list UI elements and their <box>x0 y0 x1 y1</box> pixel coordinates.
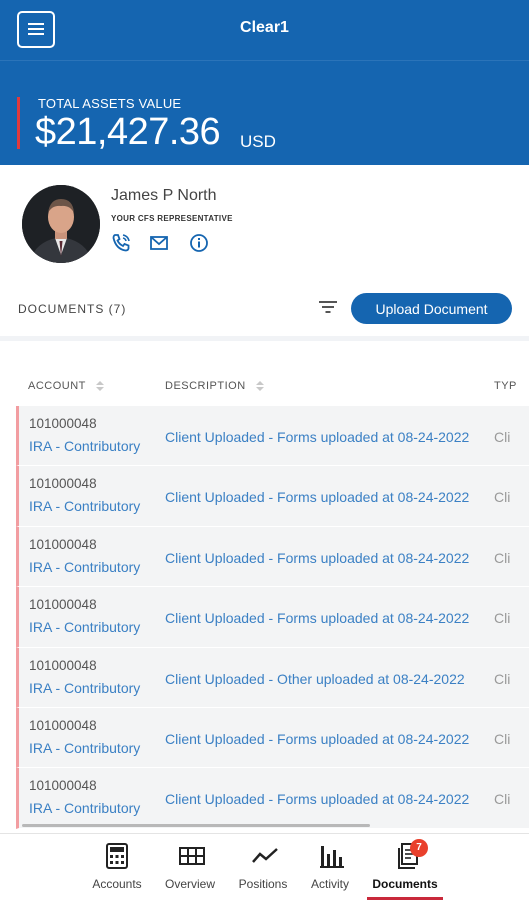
document-description-link[interactable]: Client Uploaded - Forms uploaded at 08-2… <box>165 489 469 505</box>
document-type: Cli <box>494 730 511 747</box>
table-row[interactable]: 101000048 IRA - Contributory Client Uplo… <box>16 406 529 467</box>
document-description-link[interactable]: Client Uploaded - Other uploaded at 08-2… <box>165 671 465 687</box>
table-row[interactable]: 101000048 IRA - Contributory Client Uplo… <box>16 526 529 588</box>
document-type: Cli <box>494 791 511 808</box>
rep-role: YOUR CFS REPRESENTATIVE <box>111 214 233 223</box>
account-type-link[interactable]: IRA - Contributory <box>29 740 140 756</box>
info-icon[interactable] <box>188 232 210 254</box>
column-header-label: DESCRIPTION <box>165 380 246 392</box>
document-type: Cli <box>494 489 511 506</box>
account-number: 101000048 <box>29 778 97 794</box>
column-header-account[interactable]: ACCOUNT <box>28 380 105 392</box>
account-type-link[interactable]: IRA - Contributory <box>29 559 140 575</box>
nav-documents[interactable]: 7 Documents <box>365 834 445 900</box>
bottom-nav: Accounts Overview Positions Activity 7 D… <box>0 833 529 900</box>
nav-label-documents: Documents <box>372 877 438 891</box>
column-header-description[interactable]: DESCRIPTION <box>165 380 265 392</box>
account-type-link[interactable]: IRA - Contributory <box>29 438 140 454</box>
account-number: 101000048 <box>29 536 97 552</box>
assets-value: $21,427.36 <box>35 111 221 153</box>
account-type-link[interactable]: IRA - Contributory <box>29 619 140 635</box>
document-description-link[interactable]: Client Uploaded - Forms uploaded at 08-2… <box>165 550 469 566</box>
table-row[interactable]: 101000048 IRA - Contributory Client Uplo… <box>16 466 529 527</box>
nav-overview[interactable]: Overview <box>150 834 230 900</box>
document-description-link[interactable]: Client Uploaded - Forms uploaded at 08-2… <box>165 731 469 747</box>
assets-currency: USD <box>240 132 276 151</box>
column-header-label: ACCOUNT <box>28 380 86 392</box>
nav-label-activity: Activity <box>310 877 349 891</box>
document-description-link[interactable]: Client Uploaded - Forms uploaded at 08-2… <box>165 610 469 626</box>
document-type: Cli <box>494 670 511 687</box>
table-row[interactable]: 101000048 IRA - Contributory Client Uplo… <box>16 587 529 648</box>
documents-table: 101000048 IRA - Contributory Client Uplo… <box>16 406 529 829</box>
documents-count-badge: 7 <box>410 839 428 857</box>
account-number: 101000048 <box>29 717 97 733</box>
avatar <box>22 185 100 263</box>
horizontal-scrollbar[interactable] <box>22 824 370 827</box>
assets-label: TOTAL ASSETS VALUE <box>38 96 182 111</box>
account-type-link[interactable]: IRA - Contributory <box>29 800 140 816</box>
grid-icon <box>179 847 205 865</box>
nav-activity[interactable]: Activity <box>290 834 370 900</box>
top-bar: Clear1 <box>0 0 529 60</box>
assets-accent-bar <box>17 97 20 149</box>
table-row[interactable]: 101000048 IRA - Contributory Client Uplo… <box>16 647 529 708</box>
document-type: Cli <box>494 549 511 566</box>
nav-label-overview: Overview <box>164 877 215 891</box>
rep-name: James P North <box>111 187 217 204</box>
account-type-link[interactable]: IRA - Contributory <box>29 680 140 696</box>
nav-accounts[interactable]: Accounts <box>77 834 157 900</box>
mail-icon[interactable] <box>148 232 170 254</box>
app-screen: Clear1 TOTAL ASSETS VALUE $21,427.36 USD… <box>0 0 529 900</box>
column-header-type[interactable]: TYP <box>494 380 517 392</box>
account-number: 101000048 <box>29 597 97 613</box>
calculator-icon <box>106 843 128 869</box>
account-number: 101000048 <box>29 476 97 492</box>
document-description-link[interactable]: Client Uploaded - Forms uploaded at 08-2… <box>165 429 469 445</box>
account-type-link[interactable]: IRA - Contributory <box>29 498 140 514</box>
bar-chart-icon <box>320 846 344 868</box>
app-title: Clear1 <box>240 19 289 36</box>
phone-icon[interactable] <box>110 232 132 254</box>
column-header-label: TYP <box>494 380 517 392</box>
nav-label-accounts: Accounts <box>92 877 142 891</box>
document-type: Cli <box>494 610 511 627</box>
table-row[interactable]: 101000048 IRA - Contributory Client Uplo… <box>16 707 529 769</box>
table-row[interactable]: 101000048 IRA - Contributory Client Uplo… <box>16 768 529 829</box>
account-number: 101000048 <box>29 657 97 673</box>
filter-icon[interactable] <box>318 298 338 316</box>
account-number: 101000048 <box>29 416 97 431</box>
section-divider <box>0 336 529 341</box>
document-description-link[interactable]: Client Uploaded - Forms uploaded at 08-2… <box>165 791 469 807</box>
sort-icon <box>96 381 105 392</box>
sort-icon <box>256 381 265 392</box>
documents-title: DOCUMENTS (7) <box>18 302 127 316</box>
assets-panel: TOTAL ASSETS VALUE $21,427.36 USD <box>0 60 529 165</box>
line-chart-icon <box>252 848 278 863</box>
document-type: Cli <box>494 429 511 445</box>
upload-document-button[interactable]: Upload Document <box>351 293 512 324</box>
